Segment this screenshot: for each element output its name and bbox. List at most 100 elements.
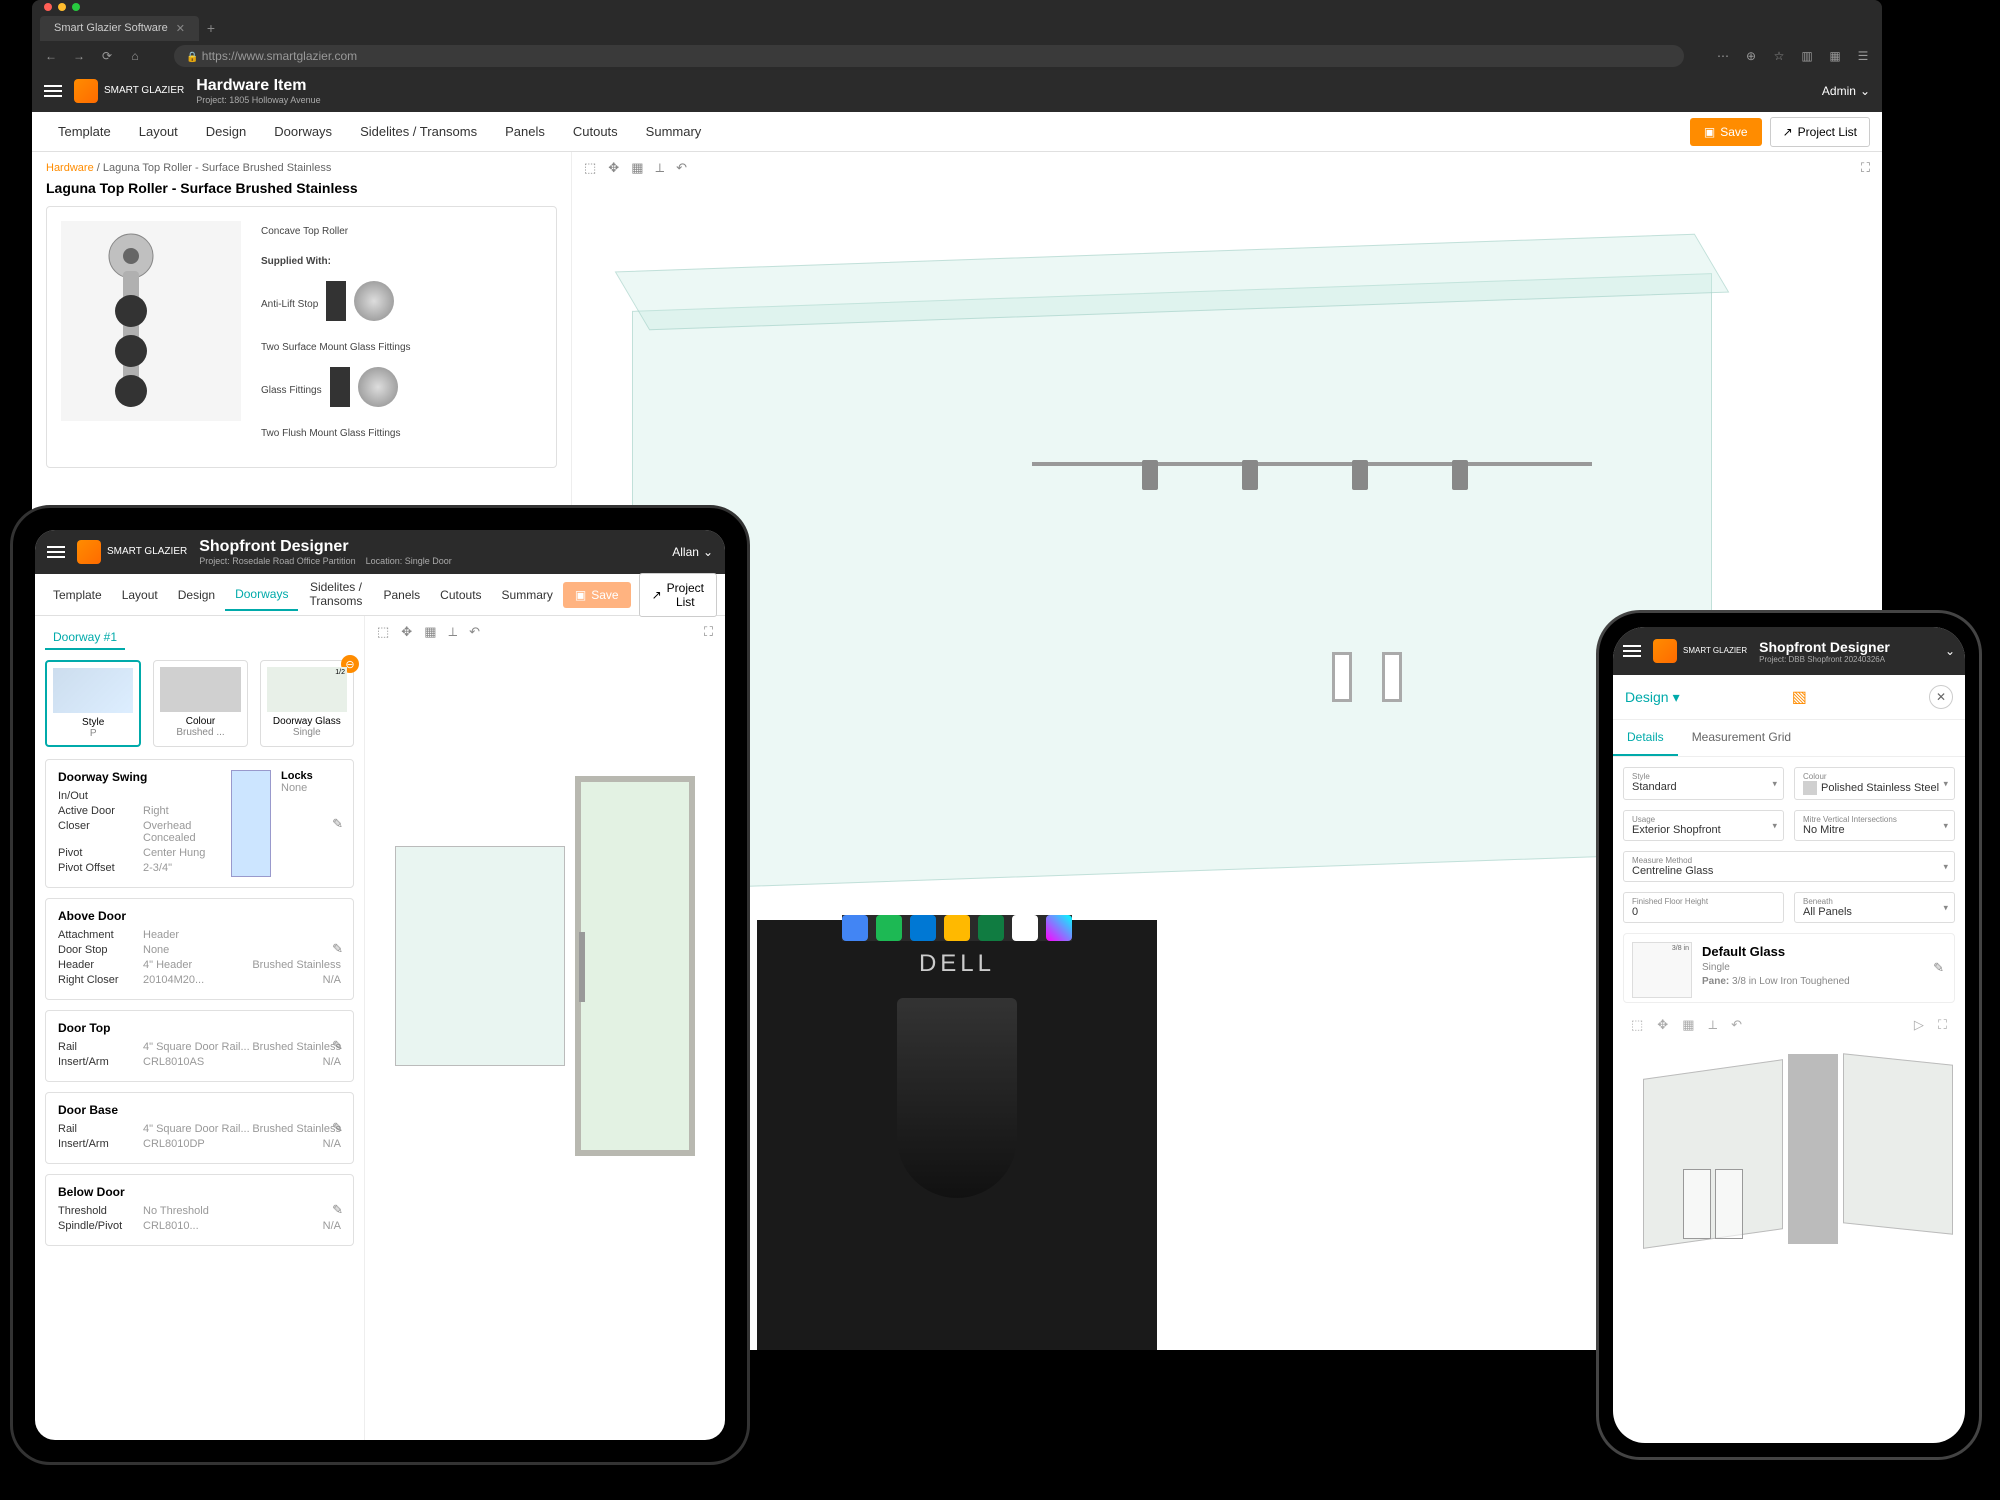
style-field[interactable]: Style Standard ▾ [1623, 767, 1784, 800]
tab-design[interactable]: Design [192, 114, 260, 149]
tool-grid-icon[interactable]: ▦ [1682, 1017, 1694, 1033]
tool-fullscreen-icon[interactable]: ⛶ [1938, 1017, 1947, 1033]
tab-details[interactable]: Details [1613, 720, 1678, 756]
tool-measure-icon[interactable]: ⟂ [449, 624, 458, 640]
glass-title: Default Glass [1702, 944, 1944, 959]
zoom-icon[interactable]: ⊕ [1742, 49, 1760, 63]
forward-icon[interactable]: → [70, 49, 88, 63]
new-tab-icon[interactable]: + [207, 20, 215, 36]
colour-field[interactable]: Colour Polished Stainless Steel ▾ [1794, 767, 1955, 800]
back-icon[interactable]: ← [42, 49, 60, 63]
tab-summary[interactable]: Summary [492, 580, 563, 610]
floor-height-field[interactable]: Finished Floor Height 0 [1623, 892, 1784, 923]
save-button[interactable]: ▣Save [1690, 118, 1762, 146]
tool-cube-icon[interactable]: ⬚ [1631, 1017, 1643, 1033]
doorway-tab[interactable]: Doorway #1 [45, 626, 125, 650]
field-label: Mitre Vertical Intersections [1803, 815, 1946, 824]
maximize-dot-icon[interactable] [72, 3, 80, 11]
close-tab-icon[interactable]: ✕ [176, 22, 185, 35]
tool-move-icon[interactable]: ✥ [608, 160, 619, 176]
tool-play-icon[interactable]: ▷ [1914, 1017, 1924, 1033]
colour-option[interactable]: Colour Brushed ... [153, 660, 247, 747]
tool-undo-icon[interactable]: ↶ [469, 624, 480, 640]
tool-grid-icon[interactable]: ▦ [631, 160, 643, 176]
usage-field[interactable]: Usage Exterior Shopfront ▾ [1623, 810, 1784, 841]
edit-icon[interactable]: ✎ [1933, 960, 1944, 976]
phone-3d-canvas[interactable] [1623, 1039, 1955, 1269]
logo: SMART GLAZIER [1653, 639, 1747, 663]
glass-option[interactable]: ⊖ Doorway Glass Single [260, 660, 354, 747]
tab-cutouts[interactable]: Cutouts [430, 580, 491, 610]
project-list-button[interactable]: ↗Project List [1770, 117, 1870, 147]
card-title: Doorway Swing [58, 770, 221, 784]
edit-icon[interactable]: ✎ [332, 1038, 343, 1054]
tool-fullscreen-icon[interactable]: ⛶ [1861, 160, 1870, 176]
minimize-dot-icon[interactable] [58, 3, 66, 11]
tool-grid-icon[interactable]: ▦ [424, 624, 436, 640]
menu-icon[interactable]: ☰ [1854, 49, 1872, 63]
user-menu[interactable]: Admin ⌄ [1822, 84, 1870, 98]
prop-label: Right Closer [58, 974, 143, 986]
tool-fullscreen-icon[interactable]: ⛶ [704, 624, 713, 640]
tab-doorways[interactable]: Doorways [225, 579, 298, 611]
extension-icon[interactable]: ▦ [1826, 49, 1844, 63]
tab-template[interactable]: Template [43, 580, 112, 610]
tab-template[interactable]: Template [44, 114, 125, 149]
layers-icon[interactable]: ▧ [1792, 687, 1807, 707]
tool-measure-icon[interactable]: ⟂ [1709, 1017, 1718, 1033]
breadcrumb-root[interactable]: Hardware [46, 162, 94, 174]
tool-move-icon[interactable]: ✥ [1657, 1017, 1668, 1033]
user-menu[interactable]: ⌄ [1945, 644, 1955, 658]
edit-icon[interactable]: ✎ [332, 1120, 343, 1136]
url-field[interactable]: 🔒 https://www.smartglazier.com [174, 45, 1684, 67]
library-icon[interactable]: ▥ [1798, 49, 1816, 63]
reload-icon[interactable]: ⟳ [98, 49, 116, 63]
more-icon[interactable]: ⋯ [1714, 49, 1732, 63]
taskbar-app-icon[interactable] [1012, 915, 1038, 941]
tab-measurement-grid[interactable]: Measurement Grid [1678, 720, 1805, 756]
tab-summary[interactable]: Summary [632, 114, 716, 149]
tab-sidelites[interactable]: Sidelites / Transoms [346, 114, 491, 149]
save-button[interactable]: ▣Save [563, 582, 631, 608]
tab-panels[interactable]: Panels [373, 580, 430, 610]
taskbar-outlook-icon[interactable] [910, 915, 936, 941]
taskbar-copilot-icon[interactable] [1046, 915, 1072, 941]
measure-field[interactable]: Measure Method Centreline Glass ▾ [1623, 851, 1955, 882]
edit-icon[interactable]: ✎ [332, 941, 343, 957]
tab-cutouts[interactable]: Cutouts [559, 114, 632, 149]
tool-undo-icon[interactable]: ↶ [1731, 1017, 1742, 1033]
taskbar-excel-icon[interactable] [978, 915, 1004, 941]
tab-doorways[interactable]: Doorways [260, 114, 346, 149]
tab-layout[interactable]: Layout [125, 114, 192, 149]
tool-measure-icon[interactable]: ⟂ [656, 160, 665, 176]
taskbar-spotify-icon[interactable] [876, 915, 902, 941]
project-list-label: Project List [667, 581, 704, 609]
style-option[interactable]: Style P [45, 660, 141, 747]
design-dropdown[interactable]: Design ▾ [1625, 689, 1680, 706]
tablet-viewer[interactable]: ⬚ ✥ ▦ ⟂ ↶ ⛶ [365, 616, 725, 1440]
mitre-field[interactable]: Mitre Vertical Intersections No Mitre ▾ [1794, 810, 1955, 841]
taskbar-explorer-icon[interactable] [944, 915, 970, 941]
project-list-button[interactable]: ↗Project List [639, 573, 717, 617]
tool-cube-icon[interactable]: ⬚ [377, 624, 389, 640]
browser-tab[interactable]: Smart Glazier Software ✕ [40, 16, 199, 41]
beneath-field[interactable]: Beneath All Panels ▾ [1794, 892, 1955, 923]
edit-icon[interactable]: ✎ [332, 816, 343, 832]
tab-sidelites[interactable]: Sidelites / Transoms [298, 573, 373, 615]
tab-design[interactable]: Design [168, 580, 225, 610]
edit-icon[interactable]: ✎ [332, 1202, 343, 1218]
close-dot-icon[interactable] [44, 3, 52, 11]
taskbar-chrome-icon[interactable] [842, 915, 868, 941]
bookmark-icon[interactable]: ☆ [1770, 49, 1788, 63]
user-menu[interactable]: Allan ⌄ [672, 545, 713, 559]
tab-layout[interactable]: Layout [112, 580, 168, 610]
hamburger-icon[interactable] [47, 546, 65, 558]
tool-undo-icon[interactable]: ↶ [676, 160, 687, 176]
tool-cube-icon[interactable]: ⬚ [584, 160, 596, 176]
home-icon[interactable]: ⌂ [126, 49, 144, 63]
close-button[interactable]: ✕ [1929, 685, 1953, 709]
tool-move-icon[interactable]: ✥ [401, 624, 412, 640]
hamburger-icon[interactable] [44, 85, 62, 97]
hamburger-icon[interactable] [1623, 645, 1641, 657]
tab-panels[interactable]: Panels [491, 114, 559, 149]
